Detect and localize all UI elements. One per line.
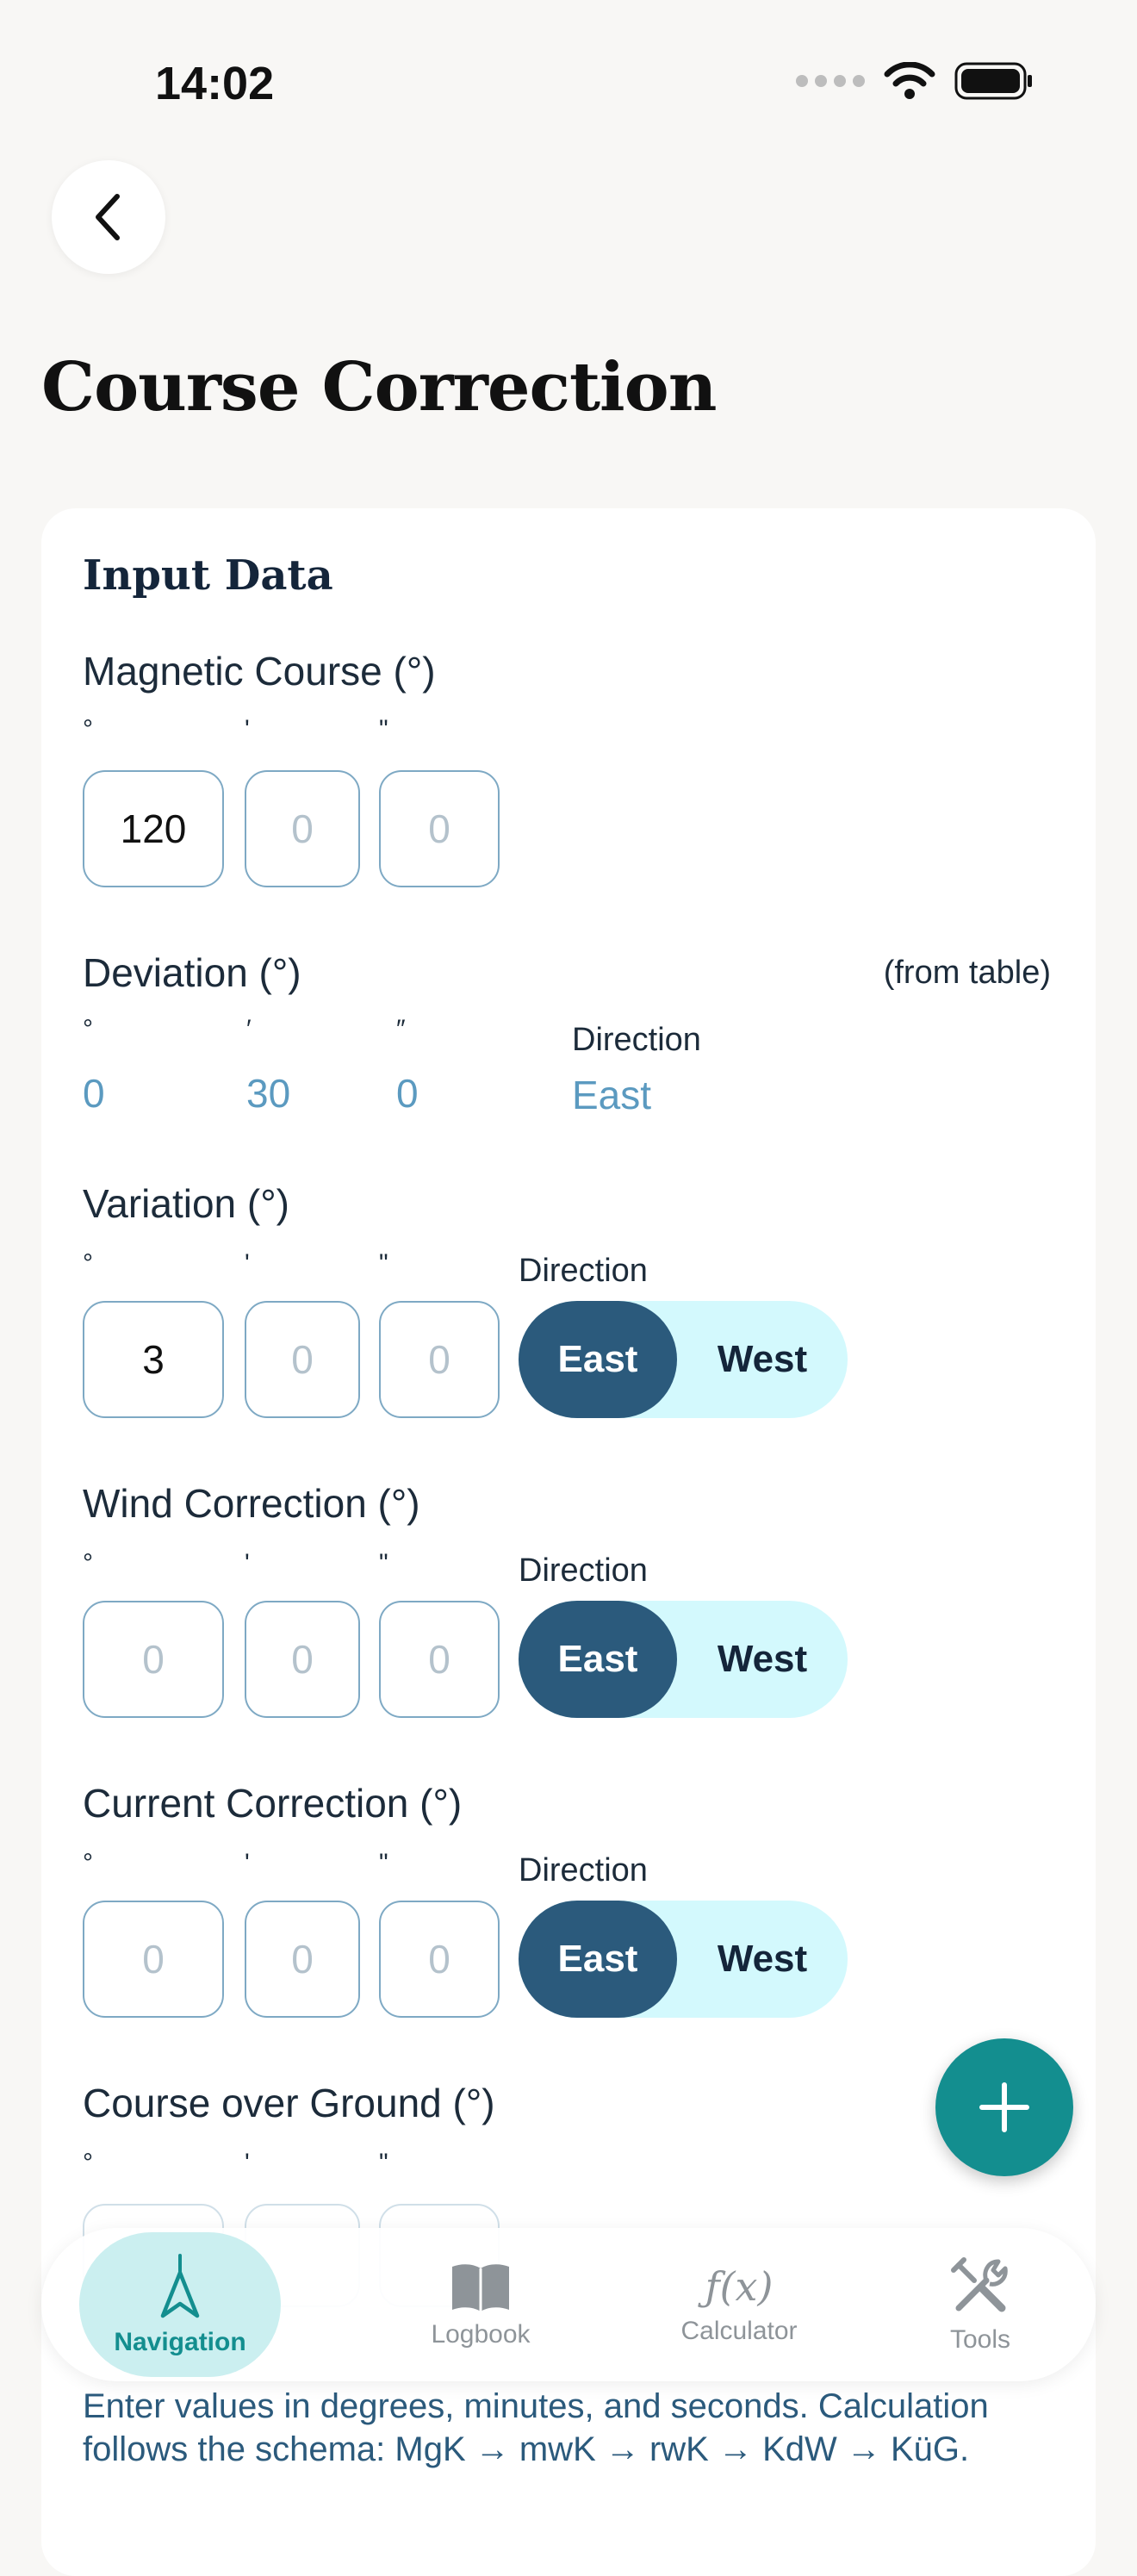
wind-sec-input[interactable]: 0 <box>379 1601 500 1718</box>
variation-sec-input[interactable]: 0 <box>379 1301 500 1418</box>
book-icon <box>452 2264 509 2312</box>
sec-mark: " <box>379 2149 388 2177</box>
deviation-direction-label: Direction <box>572 1022 701 1058</box>
sec-mark: " <box>379 1849 388 1877</box>
sec-mark: ″ <box>396 1015 406 1043</box>
tools-icon <box>951 2257 1008 2312</box>
nav-navigation[interactable]: Navigation <box>79 2232 281 2377</box>
min-mark: ' <box>245 1549 250 1577</box>
min-mark: ' <box>245 1249 250 1278</box>
navigation-arrow-icon <box>160 2254 200 2318</box>
nav-calculator-label: Calculator <box>680 2317 798 2345</box>
variation-deg-input[interactable]: 3 <box>83 1301 224 1418</box>
nav-logbook-label: Logbook <box>431 2320 531 2349</box>
variation-min-input[interactable]: 0 <box>245 1301 360 1418</box>
nav-navigation-label: Navigation <box>114 2328 246 2356</box>
deviation-deg-value: 0 <box>83 1071 105 1116</box>
course-over-ground-label: Course over Ground (°) <box>83 2081 495 2125</box>
variation-direction-toggle: East West <box>519 1301 848 1418</box>
deg-mark: ° <box>83 1849 93 1877</box>
wind-east-option[interactable]: East <box>519 1601 677 1718</box>
variation-direction-label: Direction <box>519 1253 648 1289</box>
wind-direction-toggle: East West <box>519 1601 848 1718</box>
current-direction-toggle: East West <box>519 1901 848 2018</box>
current-direction-label: Direction <box>519 1852 648 1888</box>
footer-hint: Enter values in degrees, minutes, and se… <box>83 2387 989 2468</box>
deviation-min-value: 30 <box>246 1071 291 1116</box>
deviation-direction-value: East <box>572 1073 652 1117</box>
deg-mark: ° <box>83 1549 93 1577</box>
wind-west-option[interactable]: West <box>677 1601 848 1718</box>
current-correction-label: Current Correction (°) <box>83 1781 463 1826</box>
sec-mark: " <box>379 715 388 744</box>
page-title: Course Correction <box>41 348 717 426</box>
deviation-label: Deviation (°) <box>83 950 301 995</box>
min-mark: ′ <box>246 1015 252 1043</box>
min-mark: ' <box>245 1849 250 1877</box>
plus-icon <box>979 2082 1029 2132</box>
min-mark: ' <box>245 715 250 744</box>
nav-tools[interactable]: Tools <box>885 2228 1075 2381</box>
wind-direction-label: Direction <box>519 1552 648 1589</box>
back-button[interactable] <box>52 160 165 274</box>
battery-icon <box>954 62 1032 100</box>
nav-tools-label: Tools <box>949 2325 1011 2354</box>
magnetic-course-min-input[interactable]: 0 <box>245 770 360 887</box>
wind-correction-label: Wind Correction (°) <box>83 1481 420 1526</box>
deviation-sec-value: 0 <box>396 1071 419 1116</box>
chevron-left-icon <box>96 194 120 240</box>
sec-mark: " <box>379 1249 388 1278</box>
nav-logbook[interactable]: Logbook <box>369 2228 593 2381</box>
current-west-option[interactable]: West <box>677 1901 848 2018</box>
deg-mark: ° <box>83 1249 93 1278</box>
current-east-option[interactable]: East <box>519 1901 677 2018</box>
deg-mark: ° <box>83 1015 93 1043</box>
sec-mark: " <box>379 1549 388 1577</box>
magnetic-course-label: Magnetic Course (°) <box>83 649 436 694</box>
wifi-icon <box>884 62 935 99</box>
cellular-signal-icon <box>796 75 865 87</box>
current-deg-input[interactable]: 0 <box>83 1901 224 2018</box>
status-icons <box>796 62 1034 100</box>
deg-mark: ° <box>83 2149 93 2177</box>
wind-deg-input[interactable]: 0 <box>83 1601 224 1718</box>
min-mark: ' <box>245 2149 250 2177</box>
nav-calculator[interactable]: ƒ(x) Calculator <box>627 2228 851 2381</box>
deviation-note: (from table) <box>883 955 1051 991</box>
function-icon: ƒ(x) <box>705 2263 774 2310</box>
current-min-input[interactable]: 0 <box>245 1901 360 2018</box>
magnetic-course-deg-input[interactable]: 120 <box>83 770 224 887</box>
magnetic-course-sec-input[interactable]: 0 <box>379 770 500 887</box>
bottom-navigation: Navigation Logbook ƒ(x) Calculator Tools <box>41 2228 1096 2381</box>
deg-mark: ° <box>83 715 93 744</box>
wind-min-input[interactable]: 0 <box>245 1601 360 1718</box>
section-title: Input Data <box>83 551 333 600</box>
add-button[interactable] <box>935 2038 1073 2176</box>
variation-east-option[interactable]: East <box>519 1301 677 1418</box>
status-time: 14:02 <box>155 58 275 109</box>
variation-west-option[interactable]: West <box>677 1301 848 1418</box>
variation-label: Variation (°) <box>83 1181 289 1226</box>
current-sec-input[interactable]: 0 <box>379 1901 500 2018</box>
